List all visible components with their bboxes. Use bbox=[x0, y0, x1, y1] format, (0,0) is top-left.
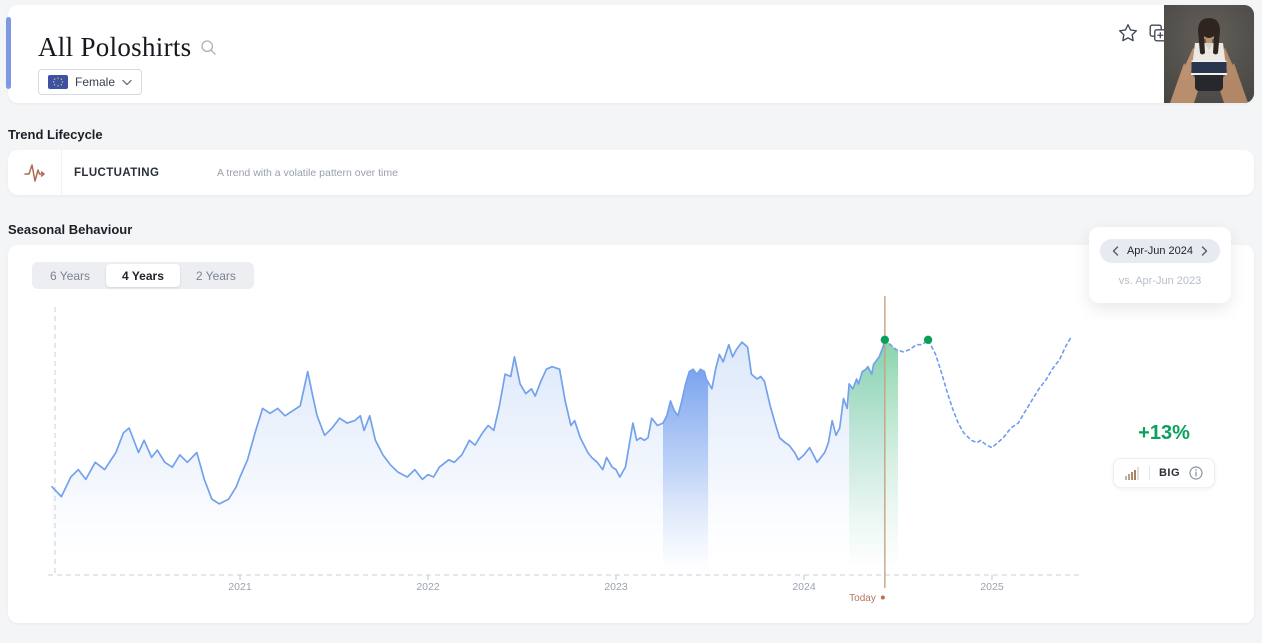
growth-value: +13% bbox=[1138, 422, 1190, 444]
eu-flag-icon bbox=[48, 75, 68, 89]
seasonal-chart[interactable]: 2021 2022 2023 2024 2025 Today bbox=[8, 245, 1254, 623]
product-photo bbox=[1164, 5, 1254, 103]
seasonal-chart-card: 2021 2022 2023 2024 2025 Today 6 Years 4 Yea… bbox=[8, 245, 1254, 623]
chevron-left-icon[interactable] bbox=[1109, 245, 1121, 257]
svg-text:2024: 2024 bbox=[792, 581, 816, 593]
lifecycle-description: A trend with a volatile pattern over tim… bbox=[217, 166, 398, 179]
svg-text:2025: 2025 bbox=[980, 581, 1004, 593]
chevron-right-icon[interactable] bbox=[1199, 245, 1211, 257]
tab-2-years[interactable]: 2 Years bbox=[180, 264, 252, 287]
info-icon[interactable] bbox=[1189, 466, 1203, 480]
audience-filter-label: Female bbox=[75, 75, 116, 89]
tab-4-years[interactable]: 4 Years bbox=[106, 264, 180, 287]
svg-text:2023: 2023 bbox=[604, 581, 628, 593]
tab-6-years[interactable]: 6 Years bbox=[34, 264, 106, 287]
svg-text:2022: 2022 bbox=[416, 581, 440, 593]
audience-filter-dropdown[interactable]: Female bbox=[38, 69, 143, 95]
badge-divider bbox=[1148, 466, 1150, 480]
app-canvas: All Poloshirts Female Trend Lifecycle FL… bbox=[0, 0, 1262, 643]
current-period: Apr-Jun 2024 bbox=[1126, 245, 1194, 257]
page-title: All Poloshirts bbox=[38, 32, 192, 62]
lifecycle-status: FLUCTUATING bbox=[74, 166, 160, 179]
comparison-period: vs. Apr-Jun 2023 bbox=[1118, 275, 1202, 287]
bar-chart-icon bbox=[1124, 466, 1140, 480]
growth-block: +13% BIG bbox=[1108, 422, 1220, 488]
range-tab-group: 6 Years 4 Years 2 Years bbox=[32, 262, 254, 289]
search-icon[interactable] bbox=[200, 39, 217, 56]
period-nav-card: Apr-Jun 2024 vs. Apr-Jun 2023 bbox=[1089, 227, 1231, 303]
magnitude-label: BIG bbox=[1158, 467, 1181, 479]
chevron-down-icon bbox=[122, 79, 132, 86]
svg-text:Today: Today bbox=[849, 593, 876, 604]
star-icon[interactable] bbox=[1117, 22, 1139, 44]
trend-lifecycle-heading: Trend Lifecycle bbox=[8, 127, 103, 142]
trend-lifecycle-card: FLUCTUATING A trend with a volatile patt… bbox=[8, 150, 1254, 195]
magnitude-badge[interactable]: BIG bbox=[1112, 458, 1216, 488]
svg-text:2021: 2021 bbox=[228, 581, 252, 593]
header-card: All Poloshirts Female bbox=[8, 5, 1254, 103]
pulse-icon bbox=[22, 160, 48, 186]
trend-accent-bar bbox=[6, 17, 11, 89]
period-selector: Apr-Jun 2024 bbox=[1100, 239, 1220, 263]
seasonal-heading: Seasonal Behaviour bbox=[8, 222, 133, 237]
